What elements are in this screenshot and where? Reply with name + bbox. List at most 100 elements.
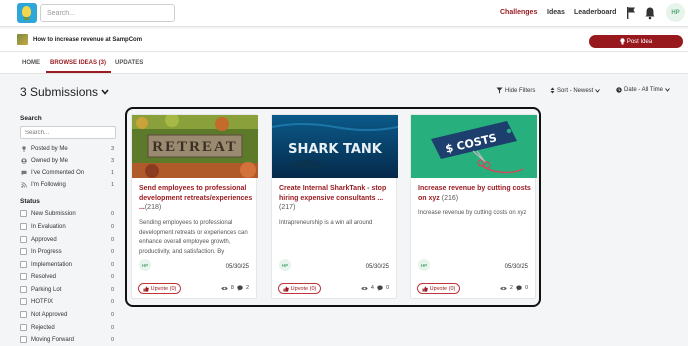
upvote-label: Upvote (0) bbox=[429, 285, 456, 292]
nav-ideas[interactable]: Ideas bbox=[547, 9, 565, 16]
top-bar: Challenges Ideas Leaderboard HP bbox=[0, 0, 688, 27]
status-filter[interactable]: Not Approved 0 bbox=[20, 311, 114, 321]
bell-icon[interactable] bbox=[644, 6, 656, 20]
idea-title[interactable]: Create Internal SharkTank - stop hiring … bbox=[279, 184, 395, 213]
chevron-down-icon bbox=[101, 89, 109, 95]
challenge-thumbnail bbox=[17, 34, 28, 45]
filter-owned-by-me[interactable]: Owned by Me 3 bbox=[20, 157, 114, 167]
idea-description: Sending employees to professional develo… bbox=[139, 220, 248, 255]
author-avatar[interactable]: HP bbox=[279, 259, 291, 271]
comment-count: 2 bbox=[245, 285, 249, 291]
status-filter[interactable]: Parking Lot 0 bbox=[20, 286, 114, 296]
idea-title[interactable]: Send employees to professional developme… bbox=[139, 184, 255, 213]
filter-count: 1 bbox=[110, 182, 114, 188]
status-checkbox[interactable] bbox=[20, 223, 27, 230]
status-checkbox[interactable] bbox=[20, 298, 27, 305]
idea-card[interactable]: $ COSTS Increase revenue by cutting cost… bbox=[410, 114, 537, 299]
status-label: Implementation bbox=[31, 262, 73, 268]
status-label: Not Approved bbox=[31, 312, 68, 318]
sidebar-search-input[interactable] bbox=[20, 126, 116, 139]
idea-image[interactable]: RETREAT bbox=[132, 115, 258, 178]
status-filter[interactable]: Approved 0 bbox=[20, 236, 114, 246]
status-checkbox[interactable] bbox=[20, 273, 27, 280]
tab-updates[interactable]: UPDATES bbox=[115, 60, 143, 66]
filter-following[interactable]: I'm Following 1 bbox=[20, 181, 114, 191]
rss-icon bbox=[21, 182, 27, 188]
status-count: 0 bbox=[110, 337, 114, 343]
status-checkbox[interactable] bbox=[20, 248, 27, 255]
sort-label: Sort - Newest bbox=[557, 87, 594, 94]
nav-challenges[interactable]: Challenges bbox=[500, 9, 537, 16]
view-count: 8 bbox=[230, 285, 234, 291]
upvote-label: Upvote (0) bbox=[290, 285, 317, 292]
status-filter[interactable]: HOTFIX 0 bbox=[20, 298, 114, 308]
upvote-button[interactable]: Upvote (0) bbox=[417, 283, 460, 294]
filter-commented-on[interactable]: I've Commented On 1 bbox=[20, 169, 114, 179]
nav-leaderboard[interactable]: Leaderboard bbox=[574, 9, 616, 16]
status-label: Resolved bbox=[31, 274, 57, 280]
filter-icon bbox=[496, 87, 503, 94]
status-label: HOTFIX bbox=[31, 299, 53, 305]
flag-icon[interactable] bbox=[625, 6, 637, 20]
status-label: New Submission bbox=[31, 211, 76, 217]
challenge-tabs: HOME BROWSE IDEAS (3) UPDATES bbox=[0, 52, 688, 74]
idea-image[interactable]: SHARK TANK bbox=[272, 115, 398, 178]
status-filter[interactable]: Implementation 0 bbox=[20, 261, 114, 271]
idea-title[interactable]: Increase revenue by cutting costs on xyz… bbox=[418, 184, 534, 203]
comment-icon bbox=[516, 285, 522, 291]
challenge-title[interactable]: How to increase revenue at SampCom bbox=[33, 37, 142, 43]
clock-icon bbox=[616, 87, 622, 93]
sort-dropdown[interactable]: Sort - Newest bbox=[550, 87, 601, 94]
status-count: 0 bbox=[110, 237, 114, 243]
comment-count: 0 bbox=[385, 285, 389, 291]
upvote-button[interactable]: Upvote (0) bbox=[278, 283, 321, 294]
svg-text:RETREAT: RETREAT bbox=[152, 139, 237, 155]
owner-icon bbox=[21, 158, 27, 164]
status-checkbox[interactable] bbox=[20, 236, 27, 243]
author-avatar[interactable]: HP bbox=[139, 259, 151, 271]
app-logo[interactable] bbox=[17, 3, 37, 23]
user-avatar[interactable]: HP bbox=[666, 3, 685, 22]
status-checkbox[interactable] bbox=[20, 311, 27, 318]
status-filter[interactable]: New Submission 0 bbox=[20, 210, 114, 220]
idea-card[interactable]: RETREAT Send employees to professional d… bbox=[131, 114, 258, 299]
status-filter[interactable]: In Progress 0 bbox=[20, 248, 114, 258]
chevron-down-icon bbox=[595, 88, 601, 93]
eye-icon bbox=[500, 286, 507, 290]
chevron-down-icon bbox=[665, 88, 670, 92]
filter-label: Posted by Me bbox=[31, 146, 68, 152]
post-idea-button[interactable]: Post Idea bbox=[589, 35, 683, 48]
status-checkbox[interactable] bbox=[20, 286, 27, 293]
upvote-button[interactable]: Upvote (0) bbox=[138, 283, 181, 294]
active-tab-indicator bbox=[46, 71, 111, 73]
date-filter-dropdown[interactable]: Date - All Time bbox=[616, 87, 670, 93]
status-checkbox[interactable] bbox=[20, 324, 27, 331]
status-checkbox[interactable] bbox=[20, 261, 27, 268]
idea-image[interactable]: $ COSTS bbox=[411, 115, 537, 178]
status-label: Rejected bbox=[31, 325, 55, 331]
global-search-input[interactable] bbox=[40, 4, 175, 22]
hide-filters-button[interactable]: Hide Filters bbox=[496, 87, 535, 94]
lightbulb-icon bbox=[620, 38, 625, 45]
status-filter[interactable]: In Evaluation 0 bbox=[20, 223, 114, 233]
filter-label: I'm Following bbox=[31, 182, 66, 188]
tab-browse-ideas[interactable]: BROWSE IDEAS (3) bbox=[50, 60, 106, 66]
idea-stats: 8 2 bbox=[221, 285, 249, 291]
status-filter[interactable]: Moving Forward 0 bbox=[20, 336, 114, 346]
tab-home[interactable]: HOME bbox=[22, 60, 40, 66]
filter-count: 3 bbox=[110, 158, 114, 164]
thumbs-up-icon bbox=[283, 286, 289, 292]
idea-card[interactable]: SHARK TANK Create Internal SharkTank - s… bbox=[271, 114, 398, 299]
status-label: In Evaluation bbox=[31, 224, 66, 230]
thumbs-up-icon bbox=[422, 286, 428, 292]
filter-posted-by-me[interactable]: Posted by Me 3 bbox=[20, 145, 114, 155]
sidebar-status-heading: Status bbox=[20, 198, 40, 205]
submissions-dropdown[interactable]: 3 Submissions bbox=[20, 85, 109, 99]
idea-date: 05/30/25 bbox=[504, 264, 528, 270]
filter-label: I've Commented On bbox=[31, 170, 85, 176]
status-count: 0 bbox=[110, 312, 114, 318]
status-checkbox[interactable] bbox=[20, 210, 27, 217]
author-avatar[interactable]: HP bbox=[418, 259, 430, 271]
status-filter[interactable]: Rejected 0 bbox=[20, 324, 114, 334]
status-filter[interactable]: Resolved 0 bbox=[20, 273, 114, 283]
